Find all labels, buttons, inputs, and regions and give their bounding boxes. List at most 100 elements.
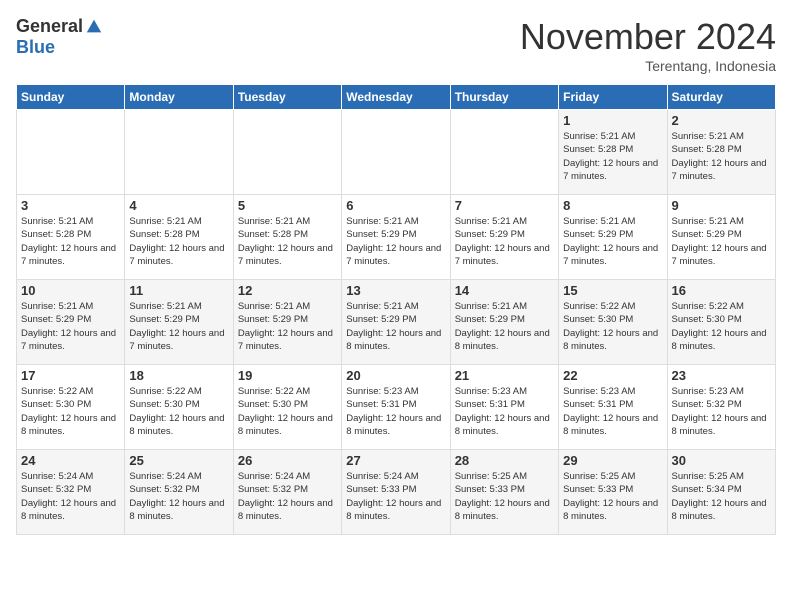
day-number: 13 bbox=[346, 283, 445, 298]
calendar-cell: 6 Sunrise: 5:21 AM Sunset: 5:29 PM Daylig… bbox=[342, 195, 450, 280]
calendar-cell: 28Sunrise: 5:25 AM Sunset: 5:33 PM Dayli… bbox=[450, 450, 558, 535]
day-number: 8 bbox=[563, 198, 662, 213]
calendar-cell: 19Sunrise: 5:22 AM Sunset: 5:30 PM Dayli… bbox=[233, 365, 341, 450]
calendar-cell: 5Sunrise: 5:21 AM Sunset: 5:28 PM Daylig… bbox=[233, 195, 341, 280]
calendar-week-row: 10 Sunrise: 5:21 AM Sunset: 5:29 PM Dayli… bbox=[17, 280, 776, 365]
day-number: 1 bbox=[563, 113, 662, 128]
day-number: 9 bbox=[672, 198, 771, 213]
day-info: Sunrise: 5:23 AM Sunset: 5:31 PM Dayligh… bbox=[346, 385, 445, 438]
calendar-table: SundayMondayTuesdayWednesdayThursdayFrid… bbox=[16, 84, 776, 535]
day-number: 7 bbox=[455, 198, 554, 213]
title-area: November 2024 Terentang, Indonesia bbox=[520, 16, 776, 74]
day-number: 21 bbox=[455, 368, 554, 383]
day-info: Sunrise: 5:21 AM Sunset: 5:28 PM Dayligh… bbox=[563, 130, 662, 183]
day-info: Sunrise: 5:25 AM Sunset: 5:34 PM Dayligh… bbox=[672, 470, 771, 523]
calendar-cell bbox=[233, 110, 341, 195]
page-header: General Blue November 2024 Terentang, In… bbox=[16, 16, 776, 74]
calendar-cell: 12Sunrise: 5:21 AM Sunset: 5:29 PM Dayli… bbox=[233, 280, 341, 365]
calendar-cell: 21 Sunrise: 5:23 AM Sunset: 5:31 PM Dayli… bbox=[450, 365, 558, 450]
day-info: Sunrise: 5:21 AM Sunset: 5:28 PM Dayligh… bbox=[238, 215, 337, 268]
day-number: 15 bbox=[563, 283, 662, 298]
calendar-cell bbox=[450, 110, 558, 195]
day-info: Sunrise: 5:21 AM Sunset: 5:29 PM Dayligh… bbox=[455, 215, 554, 268]
day-info: Sunrise: 5:21 AM Sunset: 5:29 PM Dayligh… bbox=[563, 215, 662, 268]
day-number: 25 bbox=[129, 453, 228, 468]
month-title: November 2024 bbox=[520, 16, 776, 58]
calendar-cell: 10 Sunrise: 5:21 AM Sunset: 5:29 PM Dayli… bbox=[17, 280, 125, 365]
calendar-cell: 13 Sunrise: 5:21 AM Sunset: 5:29 PM Dayli… bbox=[342, 280, 450, 365]
calendar-cell: 11 Sunrise: 5:21 AM Sunset: 5:29 PM Dayli… bbox=[125, 280, 233, 365]
day-info: Sunrise: 5:22 AM Sunset: 5:30 PM Dayligh… bbox=[129, 385, 228, 438]
day-number: 4 bbox=[129, 198, 228, 213]
logo-general-text: General bbox=[16, 16, 83, 37]
calendar-cell: 20 Sunrise: 5:23 AM Sunset: 5:31 PM Dayli… bbox=[342, 365, 450, 450]
day-info: Sunrise: 5:23 AM Sunset: 5:31 PM Dayligh… bbox=[563, 385, 662, 438]
calendar-week-row: 24 Sunrise: 5:24 AM Sunset: 5:32 PM Dayli… bbox=[17, 450, 776, 535]
weekday-header-saturday: Saturday bbox=[667, 85, 775, 110]
day-info: Sunrise: 5:21 AM Sunset: 5:28 PM Dayligh… bbox=[21, 215, 120, 268]
day-info: Sunrise: 5:21 AM Sunset: 5:29 PM Dayligh… bbox=[672, 215, 771, 268]
calendar-cell: 25 Sunrise: 5:24 AM Sunset: 5:32 PM Dayli… bbox=[125, 450, 233, 535]
calendar-cell: 24Sunrise: 5:24 AM Sunset: 5:32 PM Dayli… bbox=[17, 450, 125, 535]
day-info: Sunrise: 5:21 AM Sunset: 5:29 PM Dayligh… bbox=[129, 300, 228, 353]
day-number: 11 bbox=[129, 283, 228, 298]
day-info: Sunrise: 5:21 AM Sunset: 5:29 PM Dayligh… bbox=[455, 300, 554, 353]
logo: General Blue bbox=[16, 16, 103, 58]
calendar-cell: 4 Sunrise: 5:21 AM Sunset: 5:28 PM Daylig… bbox=[125, 195, 233, 280]
calendar-cell: 23Sunrise: 5:23 AM Sunset: 5:32 PM Dayli… bbox=[667, 365, 775, 450]
day-info: Sunrise: 5:22 AM Sunset: 5:30 PM Dayligh… bbox=[672, 300, 771, 353]
day-info: Sunrise: 5:21 AM Sunset: 5:29 PM Dayligh… bbox=[21, 300, 120, 353]
weekday-header-wednesday: Wednesday bbox=[342, 85, 450, 110]
day-number: 6 bbox=[346, 198, 445, 213]
day-info: Sunrise: 5:25 AM Sunset: 5:33 PM Dayligh… bbox=[563, 470, 662, 523]
day-number: 3 bbox=[21, 198, 120, 213]
calendar-week-row: 17 Sunrise: 5:22 AM Sunset: 5:30 PM Dayli… bbox=[17, 365, 776, 450]
day-info: Sunrise: 5:24 AM Sunset: 5:32 PM Dayligh… bbox=[238, 470, 337, 523]
day-number: 2 bbox=[672, 113, 771, 128]
calendar-cell: 9 Sunrise: 5:21 AM Sunset: 5:29 PM Daylig… bbox=[667, 195, 775, 280]
weekday-header-friday: Friday bbox=[559, 85, 667, 110]
day-info: Sunrise: 5:22 AM Sunset: 5:30 PM Dayligh… bbox=[238, 385, 337, 438]
weekday-header-tuesday: Tuesday bbox=[233, 85, 341, 110]
day-number: 23 bbox=[672, 368, 771, 383]
calendar-cell: 17Sunrise: 5:22 AM Sunset: 5:30 PM Dayli… bbox=[17, 365, 125, 450]
day-info: Sunrise: 5:21 AM Sunset: 5:29 PM Dayligh… bbox=[238, 300, 337, 353]
day-info: Sunrise: 5:24 AM Sunset: 5:33 PM Dayligh… bbox=[346, 470, 445, 523]
calendar-week-row: 1 Sunrise: 5:21 AM Sunset: 5:28 PM Daylig… bbox=[17, 110, 776, 195]
logo-icon bbox=[85, 18, 103, 36]
location-text: Terentang, Indonesia bbox=[520, 58, 776, 74]
weekday-header-monday: Monday bbox=[125, 85, 233, 110]
day-number: 10 bbox=[21, 283, 120, 298]
calendar-cell: 30 Sunrise: 5:25 AM Sunset: 5:34 PM Dayli… bbox=[667, 450, 775, 535]
logo-blue-text: Blue bbox=[16, 37, 55, 58]
calendar-cell: 26 Sunrise: 5:24 AM Sunset: 5:32 PM Dayli… bbox=[233, 450, 341, 535]
day-number: 14 bbox=[455, 283, 554, 298]
calendar-cell: 1 Sunrise: 5:21 AM Sunset: 5:28 PM Daylig… bbox=[559, 110, 667, 195]
day-info: Sunrise: 5:23 AM Sunset: 5:31 PM Dayligh… bbox=[455, 385, 554, 438]
calendar-cell: 2 Sunrise: 5:21 AM Sunset: 5:28 PM Daylig… bbox=[667, 110, 775, 195]
calendar-cell: 16Sunrise: 5:22 AM Sunset: 5:30 PM Dayli… bbox=[667, 280, 775, 365]
day-info: Sunrise: 5:21 AM Sunset: 5:28 PM Dayligh… bbox=[129, 215, 228, 268]
day-number: 22 bbox=[563, 368, 662, 383]
day-number: 17 bbox=[21, 368, 120, 383]
calendar-cell: 29Sunrise: 5:25 AM Sunset: 5:33 PM Dayli… bbox=[559, 450, 667, 535]
day-number: 30 bbox=[672, 453, 771, 468]
day-info: Sunrise: 5:21 AM Sunset: 5:29 PM Dayligh… bbox=[346, 300, 445, 353]
day-number: 27 bbox=[346, 453, 445, 468]
day-number: 28 bbox=[455, 453, 554, 468]
calendar-header-row: SundayMondayTuesdayWednesdayThursdayFrid… bbox=[17, 85, 776, 110]
calendar-cell: 18Sunrise: 5:22 AM Sunset: 5:30 PM Dayli… bbox=[125, 365, 233, 450]
weekday-header-thursday: Thursday bbox=[450, 85, 558, 110]
calendar-cell: 14 Sunrise: 5:21 AM Sunset: 5:29 PM Dayli… bbox=[450, 280, 558, 365]
calendar-cell: 7 Sunrise: 5:21 AM Sunset: 5:29 PM Daylig… bbox=[450, 195, 558, 280]
day-number: 26 bbox=[238, 453, 337, 468]
day-info: Sunrise: 5:21 AM Sunset: 5:28 PM Dayligh… bbox=[672, 130, 771, 183]
day-info: Sunrise: 5:24 AM Sunset: 5:32 PM Dayligh… bbox=[129, 470, 228, 523]
day-info: Sunrise: 5:22 AM Sunset: 5:30 PM Dayligh… bbox=[563, 300, 662, 353]
day-number: 20 bbox=[346, 368, 445, 383]
day-info: Sunrise: 5:21 AM Sunset: 5:29 PM Dayligh… bbox=[346, 215, 445, 268]
calendar-cell bbox=[342, 110, 450, 195]
day-number: 24 bbox=[21, 453, 120, 468]
calendar-cell: 8 Sunrise: 5:21 AM Sunset: 5:29 PM Daylig… bbox=[559, 195, 667, 280]
calendar-cell: 22 Sunrise: 5:23 AM Sunset: 5:31 PM Dayli… bbox=[559, 365, 667, 450]
